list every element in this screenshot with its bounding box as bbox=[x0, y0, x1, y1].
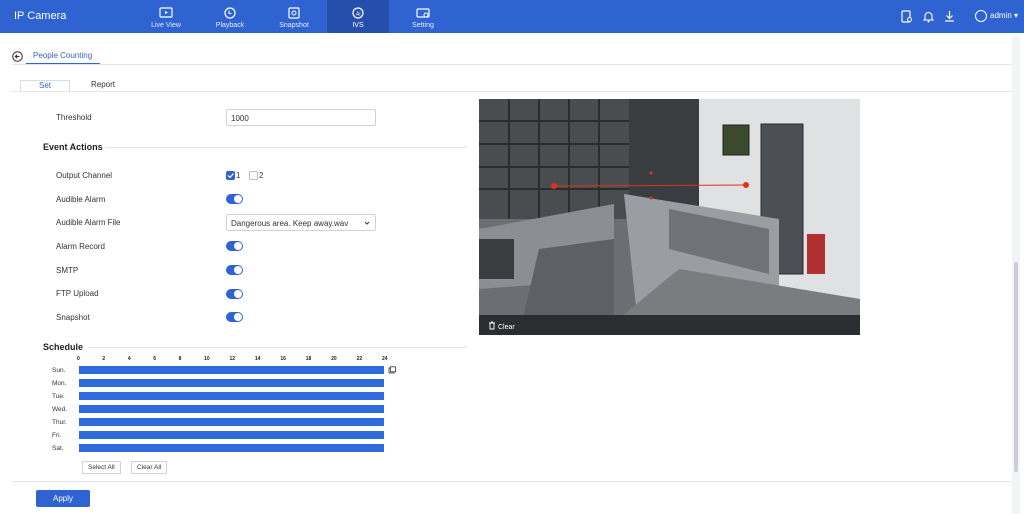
ftp-upload-toggle[interactable] bbox=[226, 289, 243, 299]
snapshot-label: Snapshot bbox=[56, 313, 90, 322]
audible-alarm-label: Audible Alarm bbox=[56, 195, 106, 204]
ftp-upload-label: FTP Upload bbox=[56, 289, 99, 298]
nav-ivs[interactable]: Ai IVS bbox=[327, 0, 389, 33]
page-title[interactable]: People Counting bbox=[33, 51, 92, 60]
schedule-day-label: Fri. bbox=[52, 432, 62, 439]
clear-button[interactable]: Clear bbox=[488, 321, 515, 331]
snapshot-toggle[interactable] bbox=[226, 312, 243, 322]
schedule-day-bar[interactable] bbox=[79, 379, 384, 387]
event-actions-title: Event Actions bbox=[43, 142, 103, 152]
schedule-title: Schedule bbox=[43, 342, 84, 352]
schedule-hour-label: 10 bbox=[204, 356, 210, 362]
divider bbox=[12, 64, 1016, 65]
output-channel-1-label: 1 bbox=[236, 171, 241, 180]
video-toolbar: Clear bbox=[479, 315, 860, 335]
nav-playback[interactable]: Playback bbox=[199, 0, 261, 33]
nav-label: Setting bbox=[412, 22, 434, 29]
nav-label: Live View bbox=[151, 22, 181, 29]
schedule-hour-label: 0 bbox=[77, 356, 80, 362]
audible-alarm-toggle[interactable] bbox=[226, 194, 243, 204]
divider bbox=[88, 347, 467, 348]
clear-label: Clear bbox=[497, 324, 515, 331]
schedule-day-bar[interactable] bbox=[79, 392, 384, 400]
schedule-hour-label: 18 bbox=[305, 356, 312, 362]
schedule-day-label: Thur. bbox=[52, 419, 67, 426]
threshold-input[interactable]: 1000 bbox=[226, 109, 376, 126]
schedule-hour-label: 2 bbox=[102, 356, 106, 362]
nav-label: Snapshot bbox=[279, 22, 309, 29]
live-view-icon bbox=[159, 7, 173, 18]
file-settings-icon[interactable] bbox=[900, 10, 913, 23]
schedule-day-bar[interactable] bbox=[79, 431, 384, 439]
username: admin bbox=[990, 11, 1012, 21]
trash-icon bbox=[489, 321, 495, 330]
schedule-day-label: Mon. bbox=[52, 380, 67, 387]
schedule-day-label: Wed. bbox=[52, 406, 68, 413]
top-bar: IP Camera Live View Playback Snapshot Ai… bbox=[0, 0, 1024, 33]
divider bbox=[12, 481, 1016, 482]
copy-icon[interactable] bbox=[388, 366, 396, 374]
schedule-hour-label: 20 bbox=[331, 356, 337, 362]
playback-icon bbox=[224, 7, 236, 19]
svg-text:Ai: Ai bbox=[356, 12, 360, 18]
chevron-down-icon: ▾ bbox=[1014, 11, 1019, 21]
nav-label: IVS bbox=[352, 22, 364, 29]
check-icon bbox=[227, 173, 234, 179]
schedule-day-bar[interactable] bbox=[79, 444, 384, 452]
divider bbox=[105, 147, 467, 148]
ivs-icon: Ai bbox=[352, 7, 364, 19]
setting-icon bbox=[416, 8, 430, 18]
threshold-label: Threshold bbox=[56, 113, 92, 122]
chevron-down-icon bbox=[364, 221, 370, 225]
avatar bbox=[975, 10, 987, 22]
schedule-hour-label: 16 bbox=[280, 356, 286, 362]
download-icon[interactable] bbox=[943, 10, 956, 23]
schedule-hour-label: 4 bbox=[127, 356, 131, 362]
back-arrow-icon[interactable] bbox=[12, 51, 23, 62]
apply-button[interactable]: Apply bbox=[36, 490, 90, 507]
alarm-record-toggle[interactable] bbox=[226, 241, 243, 251]
smtp-toggle[interactable] bbox=[226, 265, 243, 275]
schedule-day-label: Sat. bbox=[52, 445, 64, 452]
schedule-day-bar[interactable] bbox=[79, 366, 384, 374]
clear-all-button[interactable]: Clear All bbox=[131, 461, 168, 474]
smtp-label: SMTP bbox=[56, 266, 79, 275]
audible-alarm-file-select[interactable]: Dangerous area. Keep away.wav bbox=[226, 214, 376, 231]
schedule-day-bar[interactable] bbox=[79, 418, 384, 426]
nav-label: Playback bbox=[215, 22, 245, 29]
nav-setting[interactable]: Setting bbox=[392, 0, 454, 33]
app-title: IP Camera bbox=[14, 10, 67, 22]
schedule-day-bar[interactable] bbox=[79, 405, 384, 413]
select-all-button[interactable]: Select All bbox=[82, 461, 121, 474]
divider bbox=[12, 91, 1016, 92]
output-channel-1-checkbox[interactable] bbox=[226, 171, 235, 180]
camera-preview[interactable] bbox=[479, 99, 860, 335]
schedule-day-label: Tue. bbox=[52, 393, 65, 400]
schedule-day-label: Sun. bbox=[52, 367, 66, 374]
output-channel-2-label: 2 bbox=[259, 171, 264, 180]
alarm-record-label: Alarm Record bbox=[56, 242, 105, 251]
schedule-hour-label: 14 bbox=[254, 356, 261, 362]
schedule-hour-label: 12 bbox=[229, 356, 236, 362]
schedule-hour-label: 22 bbox=[356, 356, 363, 362]
scrollbar-thumb[interactable] bbox=[1014, 262, 1018, 472]
nav-snapshot[interactable]: Snapshot bbox=[263, 0, 325, 33]
output-channel-label: Output Channel bbox=[56, 171, 113, 180]
schedule-hour-label: 24 bbox=[382, 356, 388, 362]
select-value: Dangerous area. Keep away.wav bbox=[231, 219, 349, 228]
snapshot-icon bbox=[288, 7, 300, 19]
audible-alarm-file-label: Audible Alarm File bbox=[56, 218, 121, 227]
nav-live-view[interactable]: Live View bbox=[135, 0, 197, 33]
schedule-hour-label: 8 bbox=[178, 356, 182, 362]
output-channel-2-checkbox[interactable] bbox=[249, 171, 258, 180]
user-menu[interactable]: admin ▾ bbox=[975, 10, 1018, 22]
bell-icon[interactable] bbox=[922, 10, 935, 23]
camera-image bbox=[479, 99, 860, 335]
schedule-hour-label: 6 bbox=[153, 356, 157, 362]
